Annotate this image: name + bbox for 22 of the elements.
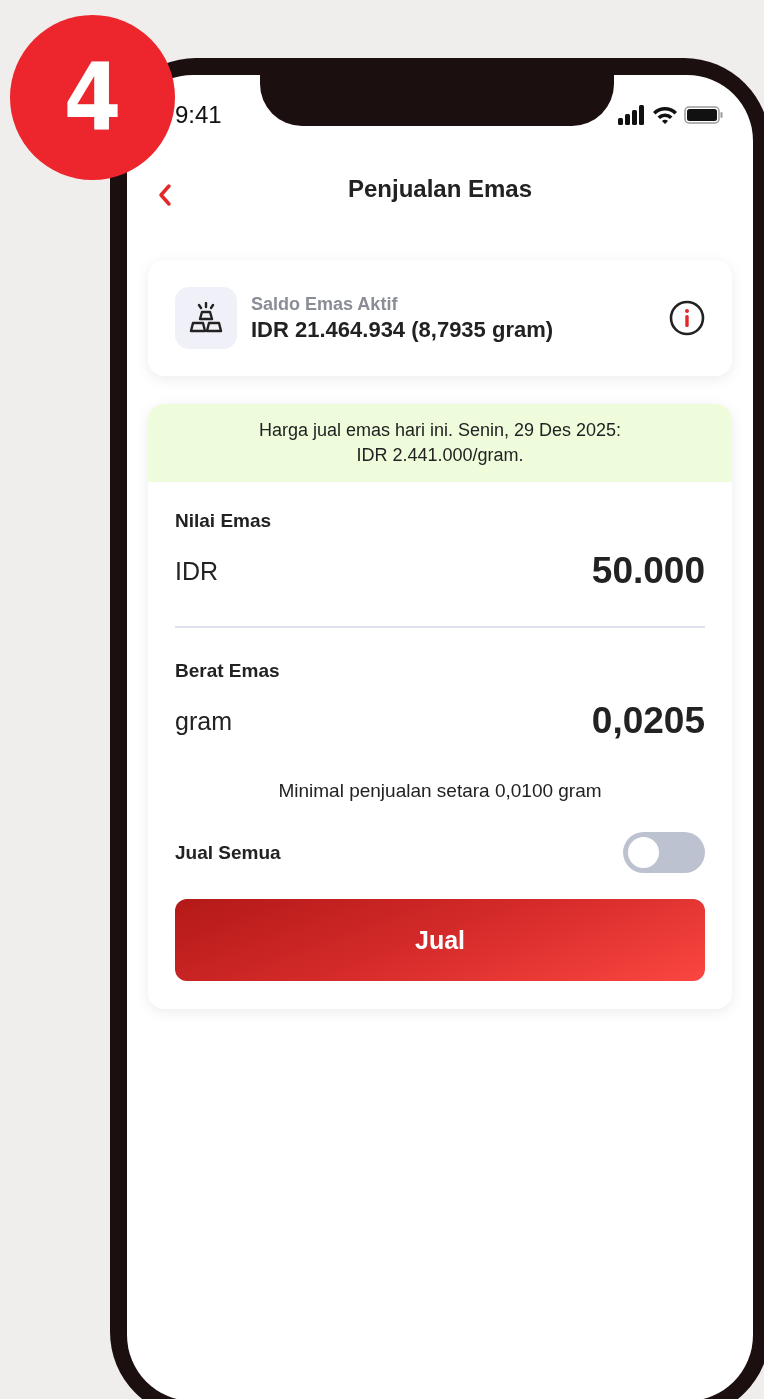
minimum-note: Minimal penjualan setara 0,0100 gram [278, 780, 602, 802]
amount-input[interactable]: 50.000 [591, 550, 705, 592]
battery-icon [684, 105, 724, 125]
balance-value: IDR 21.464.934 (8,7935 gram) [251, 316, 555, 343]
balance-label: Saldo Emas Aktif [251, 293, 399, 315]
field-label: Berat Emas [175, 660, 281, 682]
status-time: 9:41 [175, 101, 222, 129]
unit-label: gram [175, 706, 232, 736]
bullion-icon [189, 302, 223, 334]
step-number-badge: 4 [10, 15, 175, 180]
wifi-icon [652, 105, 678, 125]
amount-input[interactable]: 0,0205 [591, 700, 705, 742]
sell-all-toggle[interactable] [623, 832, 705, 873]
sell-button[interactable]: Jual [175, 899, 705, 981]
info-icon[interactable] [669, 300, 705, 336]
price-notice-text: Harga jual emas hari ini. Senin, 29 Des 2025: [258, 420, 622, 441]
page-title: Penjualan Emas [347, 175, 533, 203]
unit-label: IDR [175, 556, 219, 586]
sell-all-label: Jual Semua [175, 841, 281, 864]
price-notice-text: IDR 2.441.000/gram. [356, 445, 524, 466]
field-label: Nilai Emas [175, 510, 273, 532]
signal-icon [618, 105, 646, 125]
